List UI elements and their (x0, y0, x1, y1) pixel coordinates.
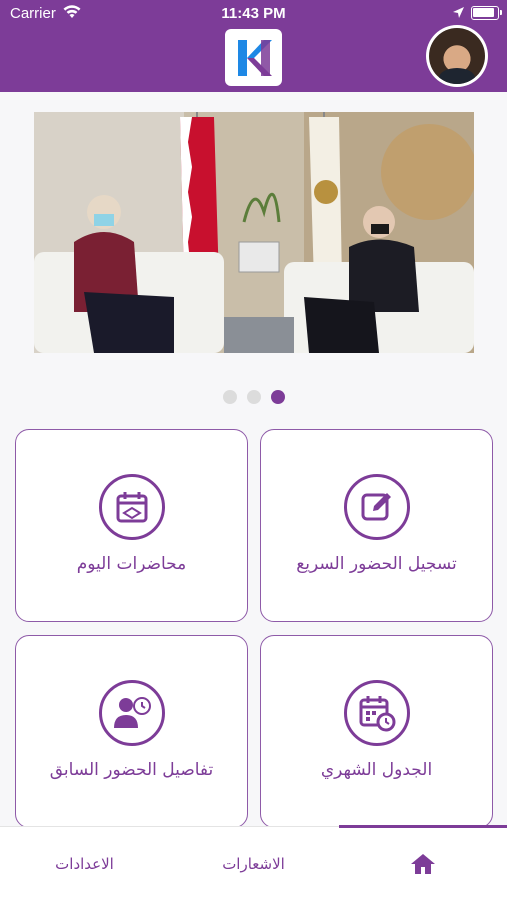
tile-icon-ring (344, 474, 410, 540)
tile-monthly-schedule[interactable]: الجدول الشهري (260, 635, 493, 828)
carousel-dot-1[interactable] (222, 390, 237, 404)
location-arrow-icon (453, 7, 464, 18)
carousel-dot-3-active[interactable] (270, 390, 285, 404)
carousel-dot-2[interactable] (246, 390, 261, 404)
app-header: Carrier 11:43 PM (0, 0, 507, 92)
tab-notifications[interactable]: الاشعارات (169, 827, 338, 900)
tile-label: تفاصيل الحضور السابق (49, 760, 214, 780)
app-logo[interactable] (225, 29, 282, 86)
tile-label: محاضرات اليوم (76, 554, 187, 574)
edit-icon (361, 493, 391, 521)
profile-avatar[interactable] (426, 25, 488, 87)
tile-today-lectures[interactable]: محاضرات اليوم (15, 429, 248, 622)
tile-label: الجدول الشهري (320, 760, 433, 780)
avatar-photo (429, 28, 485, 84)
tab-home[interactable] (338, 827, 507, 900)
tile-icon-ring (99, 474, 165, 540)
tile-icon-ring (99, 680, 165, 746)
clock: 11:43 PM (221, 5, 286, 22)
tab-settings[interactable]: الاعدادات (0, 827, 169, 900)
carousel-banner-image[interactable] (34, 112, 474, 353)
home-icon (410, 854, 435, 874)
battery-icon (471, 6, 502, 20)
calendar-clock-icon (359, 696, 396, 732)
user-clock-icon (114, 697, 151, 728)
tile-icon-ring (344, 680, 410, 746)
tile-label: تسجيل الحضور السريع (296, 554, 457, 574)
calendar-board-icon (116, 492, 148, 523)
tile-quick-attendance[interactable]: تسجيل الحضور السريع (260, 429, 493, 622)
carousel-pagination (0, 390, 507, 406)
app-logo-k-icon (237, 39, 272, 76)
tile-previous-attendance[interactable]: تفاصيل الحضور السابق (15, 635, 248, 828)
status-bar: Carrier 11:43 PM (0, 0, 507, 28)
meeting-photo (34, 112, 474, 353)
bottom-tab-bar: الاشعارات الاعدادات (0, 825, 507, 900)
